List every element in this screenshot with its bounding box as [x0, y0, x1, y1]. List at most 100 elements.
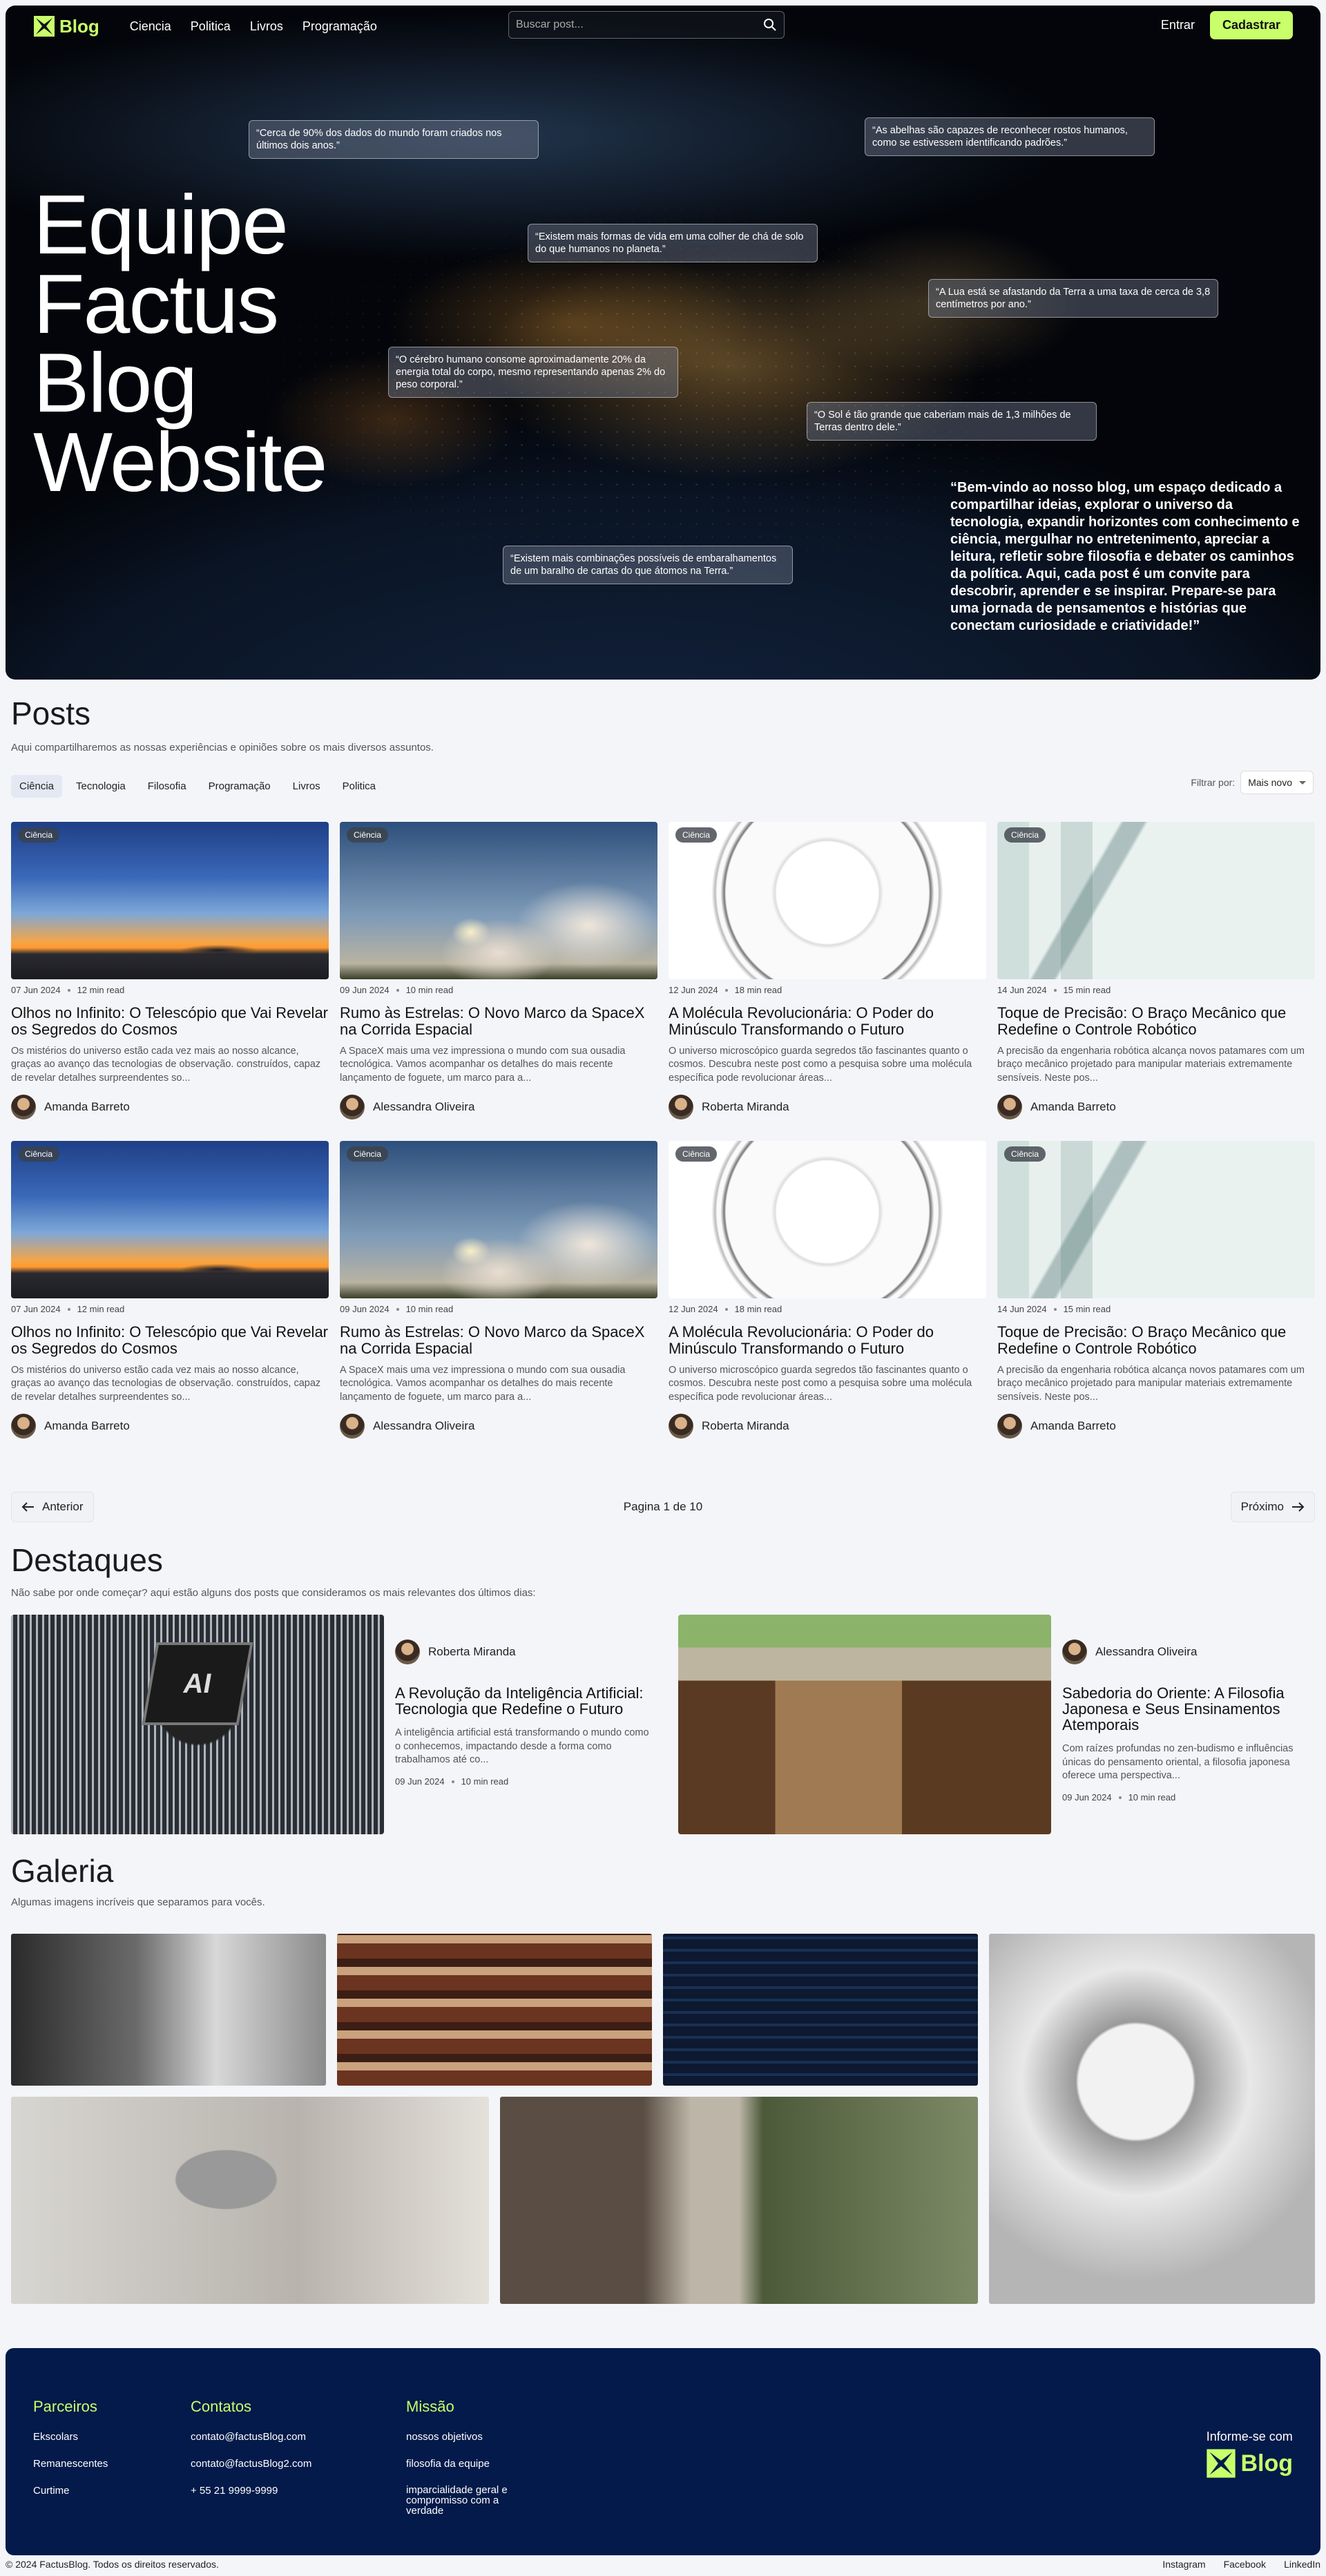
- read-time: 10 min read: [461, 1776, 509, 1787]
- post-card[interactable]: Ciência 12 Jun 2024 18 min read A Molécu…: [669, 822, 986, 1126]
- pagination: Anterior Pagina 1 de 10 Próximo: [11, 1492, 1315, 1525]
- nav-link-programacao[interactable]: Programação: [302, 19, 377, 34]
- footer-link[interactable]: + 55 21 9999-9999: [191, 2485, 311, 2497]
- highlight-image[interactable]: [678, 1615, 1051, 1834]
- tab-politica[interactable]: Politica: [334, 775, 384, 798]
- linkedin-link[interactable]: LinkedIn: [1284, 2559, 1320, 2570]
- gallery-image[interactable]: [663, 1934, 978, 2086]
- author-name[interactable]: Alessandra Oliveira: [373, 1419, 474, 1433]
- read-time: 10 min read: [405, 985, 454, 995]
- post-image[interactable]: Ciência: [997, 822, 1315, 979]
- author-name[interactable]: Alessandra Oliveira: [373, 1100, 474, 1114]
- gallery-image[interactable]: [989, 1934, 1315, 2304]
- search-icon[interactable]: [763, 18, 777, 32]
- footer-link[interactable]: imparcialidade geral e compromisso com a…: [406, 2485, 523, 2516]
- author-name[interactable]: Amanda Barreto: [1030, 1100, 1116, 1114]
- highlight-title[interactable]: Sabedoria do Oriente: A Filosofia Japone…: [1062, 1685, 1320, 1733]
- category-badge: Ciência: [1004, 827, 1046, 843]
- tab-ciencia[interactable]: Ciência: [11, 775, 63, 798]
- tab-filosofia[interactable]: Filosofia: [140, 775, 195, 798]
- post-title[interactable]: Toque de Precisão: O Braço Mecânico que …: [997, 1324, 1315, 1357]
- post-date: 09 Jun 2024: [340, 1304, 390, 1314]
- footer-link[interactable]: contato@factusBlog2.com: [191, 2458, 311, 2470]
- search-box: [508, 11, 785, 39]
- author-name[interactable]: Amanda Barreto: [44, 1419, 130, 1433]
- footer-link[interactable]: Curtime: [33, 2485, 108, 2497]
- post-image[interactable]: Ciência: [11, 1141, 329, 1298]
- author-name[interactable]: Amanda Barreto: [44, 1100, 130, 1114]
- gallery-image[interactable]: [337, 1934, 652, 2086]
- post-image[interactable]: Ciência: [340, 822, 657, 979]
- post-title[interactable]: Olhos no Infinito: O Telescópio que Vai …: [11, 1005, 329, 1038]
- footer-logo[interactable]: Blog: [1206, 2448, 1293, 2479]
- nav-link-ciencia[interactable]: Ciencia: [130, 19, 171, 34]
- nav-link-livros[interactable]: Livros: [250, 19, 283, 34]
- post-title[interactable]: Rumo às Estrelas: O Novo Marco da SpaceX…: [340, 1324, 657, 1357]
- instagram-link[interactable]: Instagram: [1162, 2559, 1205, 2570]
- footer-link[interactable]: filosofia da equipe: [406, 2458, 523, 2470]
- footer-link[interactable]: Remanescentes: [33, 2458, 108, 2470]
- tab-tecnologia[interactable]: Tecnologia: [68, 775, 134, 798]
- highlight-card[interactable]: Alessandra Oliveira Sabedoria do Oriente…: [678, 1615, 1320, 1834]
- footer: Parceiros Ekscolars Remanescentes Curtim…: [6, 2348, 1320, 2555]
- post-title[interactable]: A Molécula Revolucionária: O Poder do Mi…: [669, 1324, 986, 1357]
- hero-section: Blog Ciencia Politica Livros Programação…: [6, 6, 1320, 680]
- footer-link[interactable]: nossos objetivos: [406, 2431, 523, 2443]
- post-image[interactable]: Ciência: [669, 1141, 986, 1298]
- author-name[interactable]: Roberta Miranda: [702, 1100, 789, 1114]
- post-card[interactable]: Ciência 14 Jun 2024 15 min read Toque de…: [997, 822, 1315, 1126]
- post-card[interactable]: Ciência 07 Jun 2024 12 min read Olhos no…: [11, 1141, 329, 1445]
- footer-contacts: Contatos contato@factusBlog.com contato@…: [191, 2398, 312, 2497]
- tab-programacao[interactable]: Programação: [200, 775, 279, 798]
- search-input[interactable]: [516, 19, 763, 31]
- footer-mission: Missão nossos objetivos filosofia da equ…: [406, 2398, 523, 2531]
- post-card[interactable]: Ciência 09 Jun 2024 10 min read Rumo às …: [340, 822, 657, 1126]
- logo-text: Blog: [59, 15, 99, 37]
- highlight-excerpt: Com raízes profundas no zen-budismo e in…: [1062, 1743, 1294, 1782]
- author-name[interactable]: Roberta Miranda: [702, 1419, 789, 1433]
- welcome-text: “Bem-vindo ao nosso blog, um espaço dedi…: [950, 480, 1300, 633]
- post-card[interactable]: Ciência 09 Jun 2024 10 min read Rumo às …: [340, 1141, 657, 1445]
- avatar: [11, 1094, 36, 1119]
- avatar: [11, 1413, 36, 1439]
- gallery-image[interactable]: [11, 2097, 489, 2304]
- highlight-card[interactable]: AI Roberta Miranda A Revolução da Inteli…: [11, 1615, 653, 1834]
- avatar: [997, 1094, 1022, 1119]
- avatar: [340, 1413, 365, 1439]
- gallery-image[interactable]: [11, 1934, 326, 2086]
- post-image[interactable]: Ciência: [340, 1141, 657, 1298]
- post-image[interactable]: Ciência: [997, 1141, 1315, 1298]
- post-image[interactable]: Ciência: [669, 822, 986, 979]
- top-nav: Blog Ciencia Politica Livros Programação…: [6, 6, 1320, 47]
- facebook-link[interactable]: Facebook: [1224, 2559, 1266, 2570]
- post-card[interactable]: Ciência 07 Jun 2024 12 min read Olhos no…: [11, 822, 329, 1126]
- post-image[interactable]: Ciência: [11, 822, 329, 979]
- category-tabs: Ciência Tecnologia Filosofia Programação…: [11, 775, 384, 798]
- tab-livros[interactable]: Livros: [285, 775, 329, 798]
- author-name: Alessandra Oliveira: [1095, 1645, 1198, 1658]
- footer-link[interactable]: Ekscolars: [33, 2431, 108, 2443]
- author-name[interactable]: Amanda Barreto: [1030, 1419, 1116, 1433]
- post-title[interactable]: Toque de Precisão: O Braço Mecânico que …: [997, 1005, 1315, 1038]
- sort-select[interactable]: Mais novo: [1240, 771, 1314, 794]
- post-title[interactable]: Rumo às Estrelas: O Novo Marco da SpaceX…: [340, 1005, 657, 1038]
- next-button[interactable]: Próximo: [1230, 1492, 1315, 1522]
- highlight-title[interactable]: A Revolução da Inteligência Artificial: …: [395, 1685, 653, 1717]
- signup-button[interactable]: Cadastrar: [1209, 11, 1293, 39]
- logo-icon: [34, 16, 55, 37]
- gallery-image[interactable]: [500, 2097, 978, 2304]
- post-date: 07 Jun 2024: [11, 985, 61, 995]
- category-badge: Ciência: [18, 827, 60, 843]
- post-card[interactable]: Ciência 12 Jun 2024 18 min read A Molécu…: [669, 1141, 986, 1445]
- logo[interactable]: Blog: [33, 15, 99, 37]
- footer-link[interactable]: contato@factusBlog.com: [191, 2431, 311, 2443]
- login-link[interactable]: Entrar: [1161, 18, 1195, 32]
- post-title[interactable]: Olhos no Infinito: O Telescópio que Vai …: [11, 1324, 329, 1357]
- post-title[interactable]: A Molécula Revolucionária: O Poder do Mi…: [669, 1005, 986, 1038]
- highlight-image[interactable]: AI: [11, 1615, 384, 1834]
- nav-link-politica[interactable]: Politica: [191, 19, 231, 34]
- fact-quote: “Cerca de 90% dos dados do mundo foram c…: [249, 120, 539, 160]
- post-date: 07 Jun 2024: [11, 1304, 61, 1314]
- post-card[interactable]: Ciência 14 Jun 2024 15 min read Toque de…: [997, 1141, 1315, 1445]
- avatar: [395, 1640, 420, 1664]
